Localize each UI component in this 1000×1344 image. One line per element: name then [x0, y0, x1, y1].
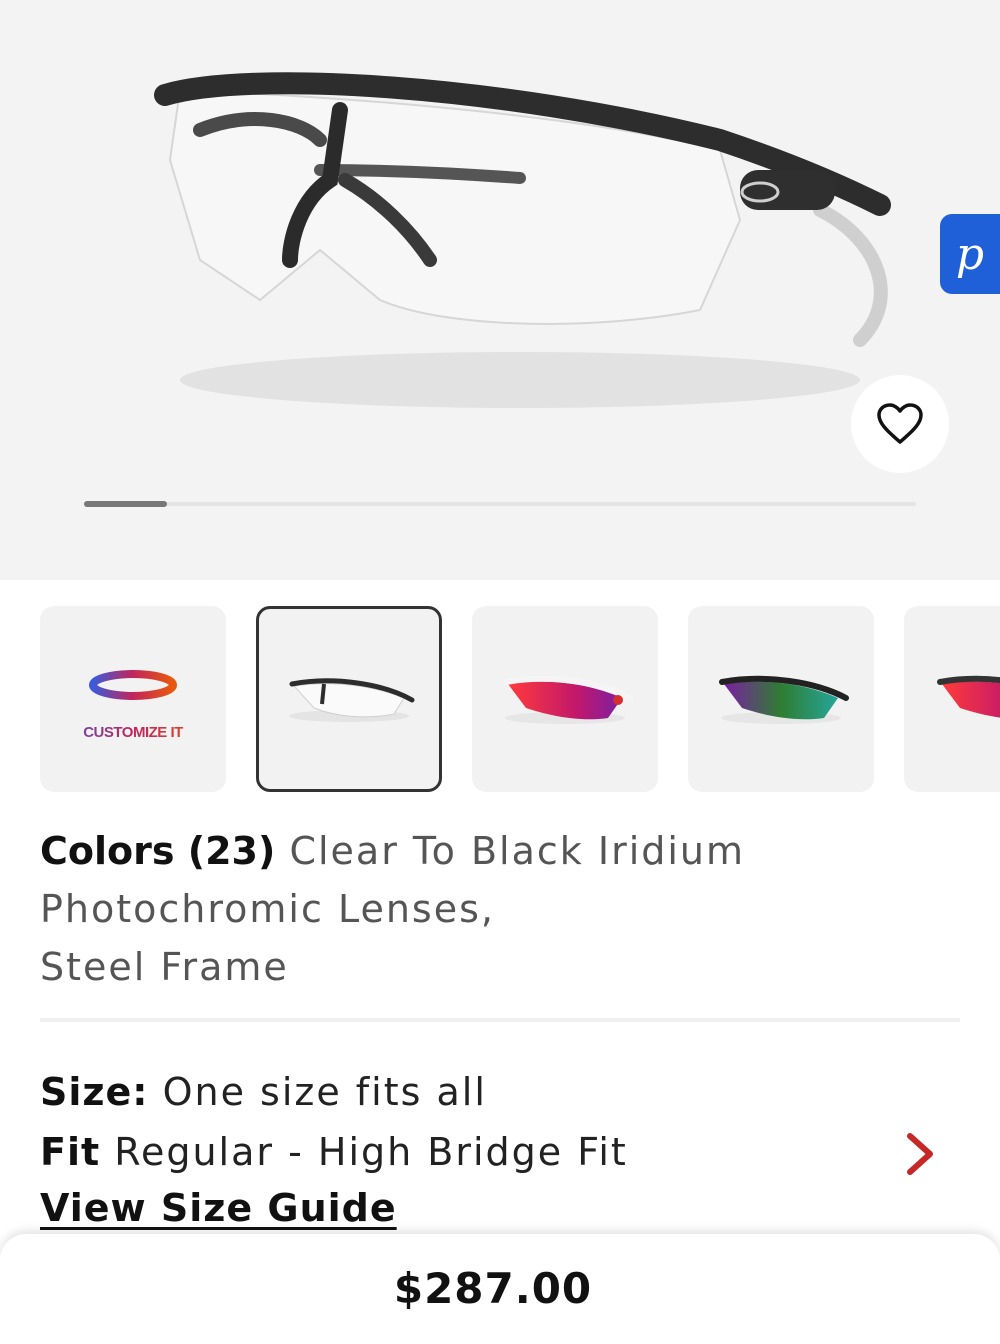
chevron-right-icon: [907, 1133, 933, 1175]
favorite-button[interactable]: [851, 375, 949, 473]
size-value: One size fits all: [162, 1070, 487, 1114]
fit-value: Regular - High Bridge Fit: [114, 1130, 628, 1174]
sunglasses-red-thumbnail-icon: [937, 675, 1000, 718]
view-size-guide-link[interactable]: View Size Guide: [40, 1186, 397, 1230]
customize-it-label: CUSTOMIZE IT: [40, 724, 226, 741]
price-bar: $287.00: [0, 1234, 1000, 1344]
fit-label: Fit: [40, 1130, 101, 1174]
sunglasses-green-thumbnail-icon: [719, 675, 849, 724]
product-price: $287.00: [393, 1264, 593, 1313]
gallery-progress-track: [84, 501, 916, 507]
size-row: Size: One size fits all: [40, 1070, 487, 1114]
fit-details-button[interactable]: [900, 1130, 940, 1182]
fit-row[interactable]: Fit Regular - High Bridge Fit: [40, 1130, 628, 1174]
variant-thumbnail-clear[interactable]: [256, 606, 442, 792]
sunglasses-image: [154, 72, 891, 408]
gallery-progress-indicator: [84, 501, 168, 507]
sunglasses-clear-thumbnail-icon: [289, 678, 415, 722]
color-description: Colors (23) Clear To Black Iridium Photo…: [40, 822, 940, 996]
p-badge-button[interactable]: p: [940, 214, 1000, 294]
heart-outline-icon: [877, 403, 923, 444]
oakley-logo-icon: [89, 670, 177, 700]
p-badge-letter: p: [955, 228, 985, 280]
variant-thumbnail-red-iridium[interactable]: [472, 606, 658, 792]
section-divider: [40, 1018, 960, 1022]
colors-value-line1: Clear To Black Iridium: [289, 829, 746, 873]
variant-thumbnail-green-iridium[interactable]: [688, 606, 874, 792]
sunglasses-red-thumbnail-icon: [503, 675, 633, 724]
colors-count-label: Colors (23): [40, 829, 276, 873]
variant-thumbnail-red-iridium-2[interactable]: [904, 606, 1000, 792]
product-hero-image[interactable]: p: [0, 0, 1000, 580]
customize-it-thumbnail[interactable]: CUSTOMIZE IT: [40, 606, 226, 792]
color-variant-carousel[interactable]: CUSTOMIZE IT: [40, 606, 1000, 792]
size-label: Size:: [40, 1070, 149, 1114]
colors-value-line3: Steel Frame: [40, 945, 289, 989]
colors-value-line2: Photochromic Lenses,: [40, 887, 495, 931]
